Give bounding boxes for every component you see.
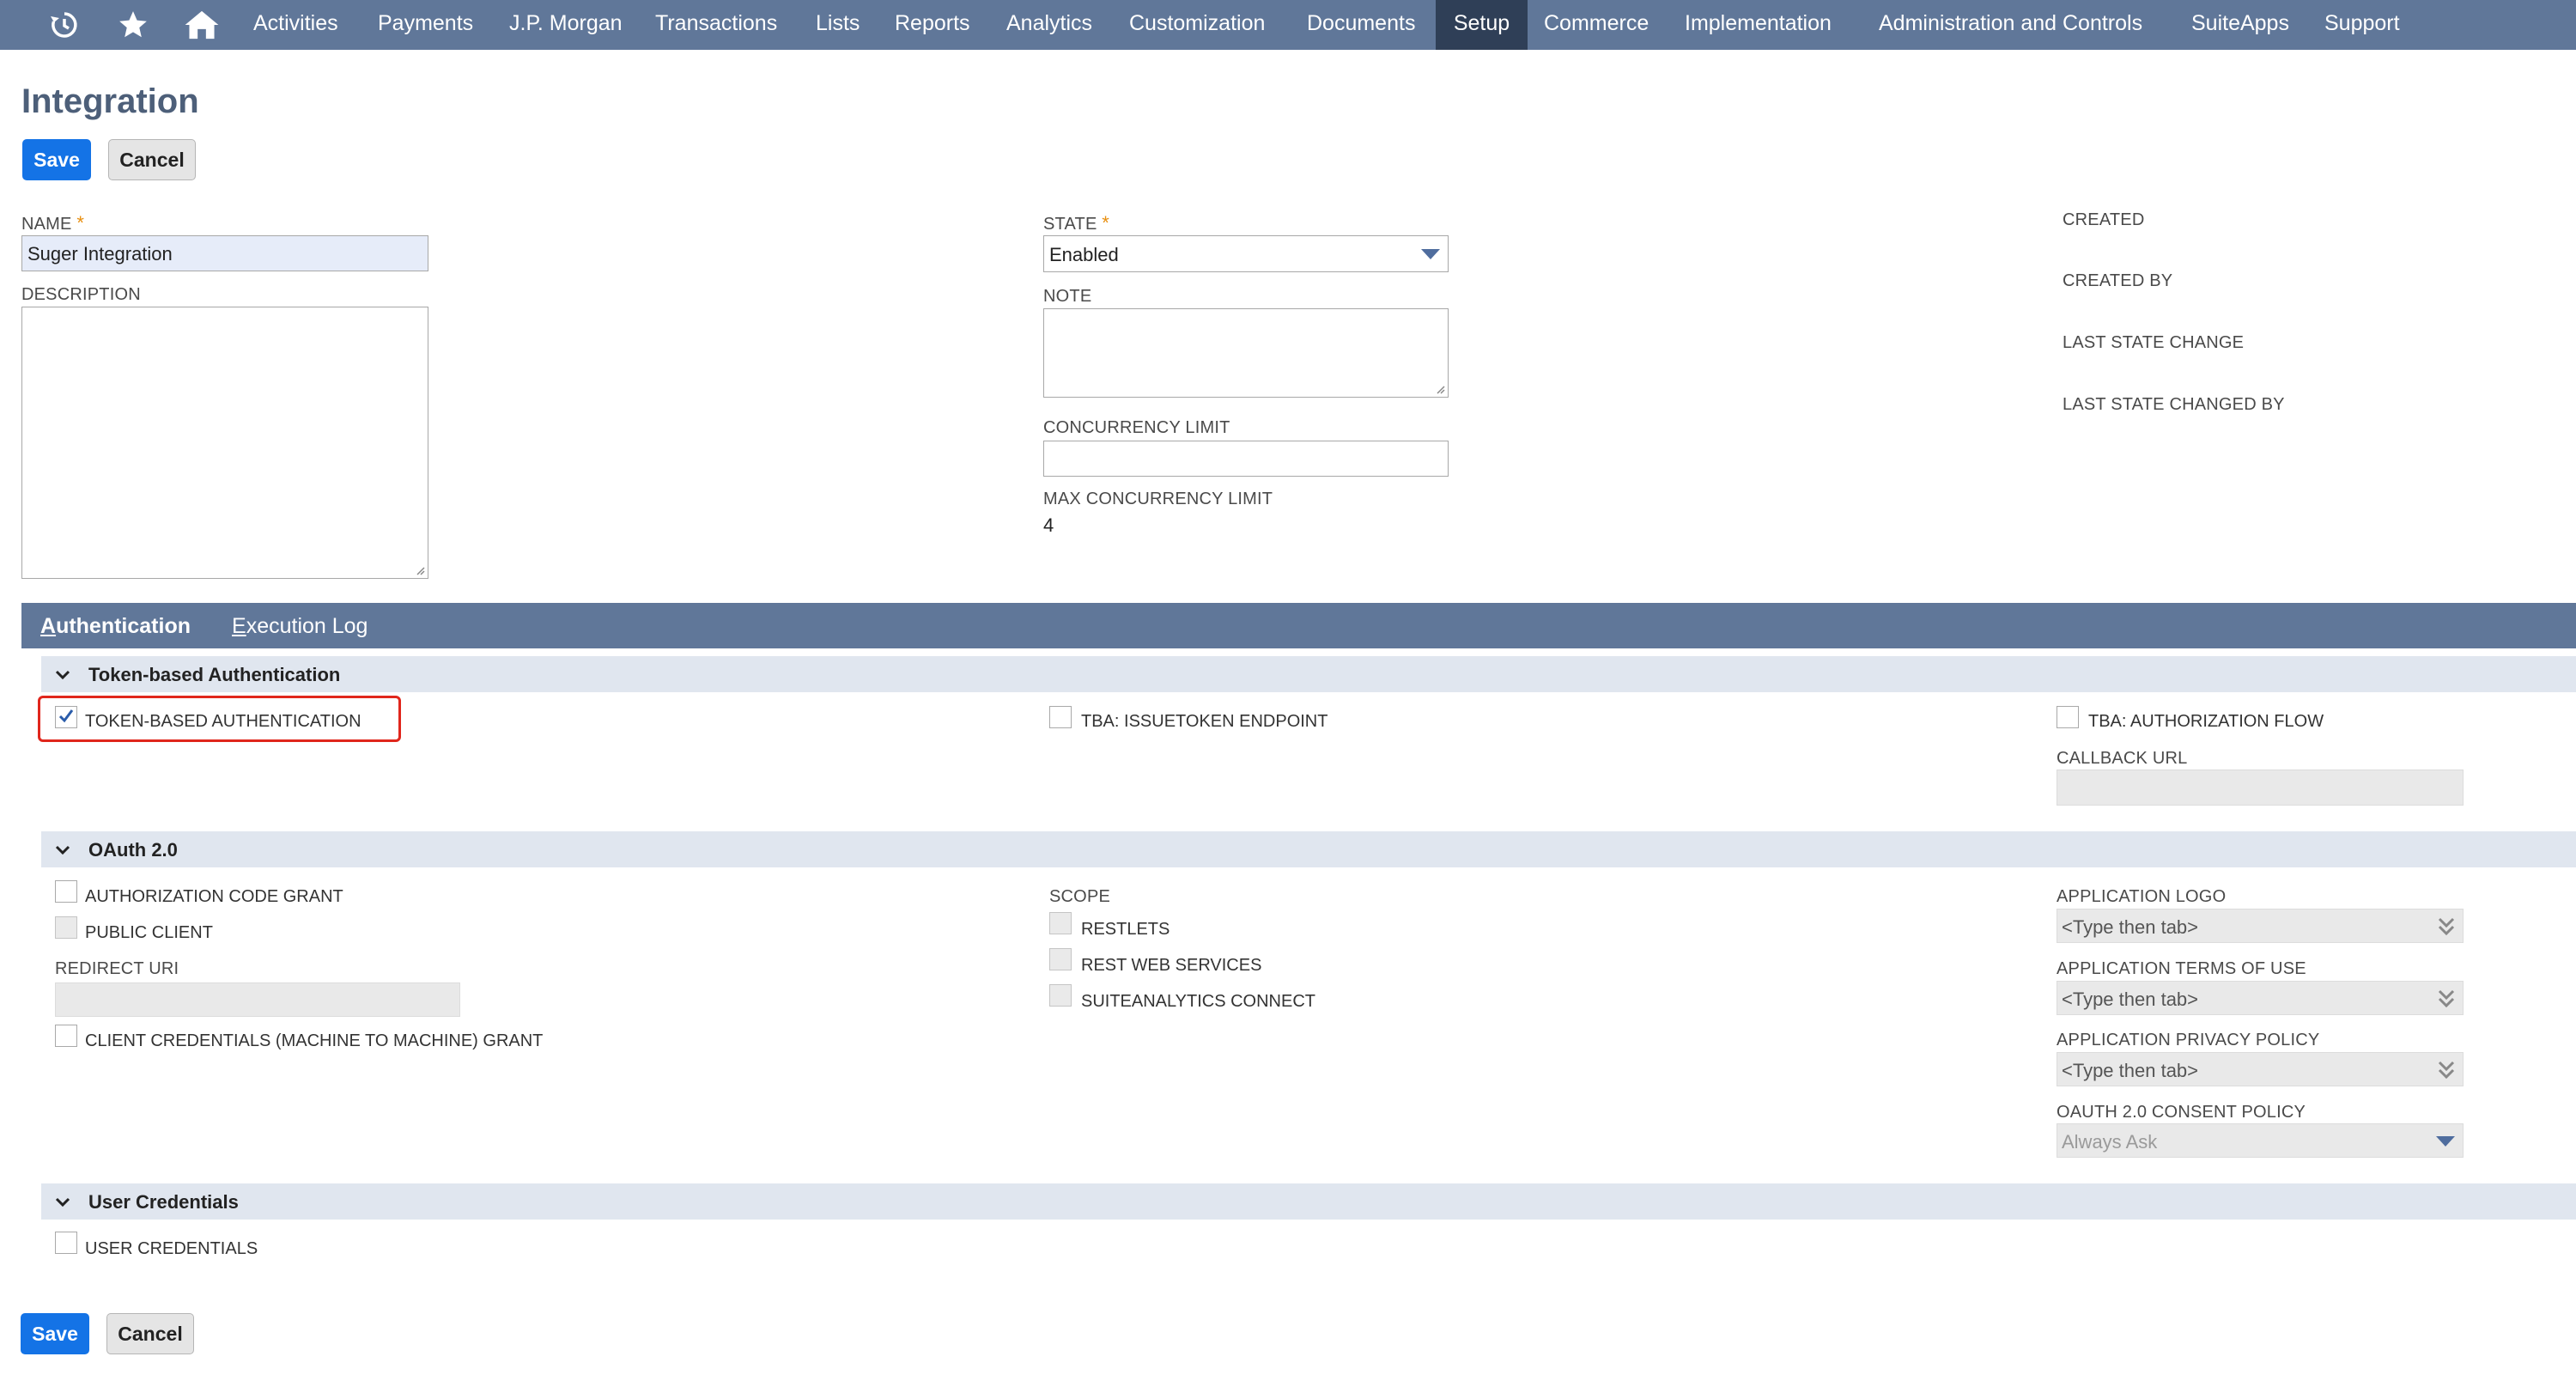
nav-transactions[interactable]: Transactions [655,0,777,50]
checkmark-icon [58,709,74,723]
nav-setup[interactable]: Setup [1436,0,1528,50]
token-based-auth-label: TOKEN-BASED AUTHENTICATION [85,712,361,731]
nav-support[interactable]: Support [2324,0,2400,50]
nav-customization[interactable]: Customization [1129,0,1265,50]
nav-lists[interactable]: Lists [816,0,860,50]
application-privacy-label: APPLICATION PRIVACY POLICY [2057,1031,2320,1049]
nav-activities[interactable]: Activities [253,0,338,50]
application-terms-placeholder: <Type then tab> [2062,989,2199,1010]
suiteanalytics-connect-label: SUITEANALYTICS CONNECT [1081,992,1315,1011]
authorization-flow-label: TBA: AUTHORIZATION FLOW [2088,712,2324,731]
last-state-change-label: LAST STATE CHANGE [2063,333,2245,352]
note-textarea[interactable] [1043,308,1449,398]
token-based-auth-checkbox[interactable] [55,706,77,728]
callback-url-field[interactable] [2057,770,2464,806]
name-field-value: Suger Integration [27,243,173,265]
nav-commerce[interactable]: Commerce [1544,0,1649,50]
double-chevron-down-icon[interactable] [2437,916,2456,937]
client-credentials-checkbox[interactable] [55,1025,77,1047]
oauth-section-header[interactable]: OAuth 2.0 [41,831,2576,867]
nav-jp-morgan[interactable]: J.P. Morgan [509,0,623,50]
authorization-flow-checkbox[interactable] [2057,706,2079,728]
application-logo-placeholder: <Type then tab> [2062,916,2199,938]
state-select[interactable]: Enabled [1043,235,1449,272]
note-label: NOTE [1043,287,1092,306]
scope-label: SCOPE [1049,887,1111,906]
star-icon[interactable] [113,0,153,50]
cancel-button[interactable]: Cancel [108,139,196,180]
concurrency-limit-field[interactable] [1043,441,1449,477]
dropdown-arrow-icon [2436,1136,2455,1147]
application-terms-field[interactable]: <Type then tab> [2057,981,2464,1015]
top-navigation-bar: Activities Payments J.P. Morgan Transact… [0,0,2576,50]
user-credentials-label: USER CREDENTIALS [85,1239,258,1258]
chevron-down-icon [55,845,70,855]
authorization-code-grant-checkbox[interactable] [55,880,77,903]
created-label: CREATED [2063,210,2145,229]
description-label: DESCRIPTION [21,285,141,304]
subtab-bar: Authentication Execution Log [21,603,2576,648]
nav-administration-and-controls[interactable]: Administration and Controls [1879,0,2142,50]
restlets-checkbox[interactable] [1049,912,1072,934]
page-title: Integration [21,82,199,120]
redirect-uri-field[interactable] [55,982,460,1017]
chevron-down-icon [55,1197,70,1208]
home-icon[interactable] [180,0,223,50]
restlets-label: RESTLETS [1081,920,1170,939]
double-chevron-down-icon[interactable] [2437,989,2456,1009]
state-select-value: Enabled [1049,244,1119,265]
tab-authentication[interactable]: Authentication [40,614,191,639]
save-button-bottom[interactable]: Save [21,1313,89,1354]
tab-execution-log[interactable]: Execution Log [232,614,368,639]
resize-grip-icon[interactable] [415,565,425,575]
tba-section-header[interactable]: Token-based Authentication [41,656,2576,692]
issuetoken-endpoint-label: TBA: ISSUETOKEN ENDPOINT [1081,712,1328,731]
nav-payments[interactable]: Payments [378,0,473,50]
tba-section-title: Token-based Authentication [88,664,341,685]
cancel-button-bottom[interactable]: Cancel [106,1313,194,1354]
oauth-section-title: OAuth 2.0 [88,839,178,861]
double-chevron-down-icon[interactable] [2437,1060,2456,1080]
consent-policy-select[interactable]: Always Ask [2057,1123,2464,1158]
authorization-code-grant-label: AUTHORIZATION CODE GRANT [85,887,343,906]
public-client-label: PUBLIC CLIENT [85,923,213,942]
nav-documents[interactable]: Documents [1307,0,1415,50]
nav-suiteapps[interactable]: SuiteApps [2191,0,2289,50]
nav-analytics[interactable]: Analytics [1006,0,1092,50]
consent-policy-value: Always Ask [2062,1131,2158,1153]
rest-web-services-label: REST WEB SERVICES [1081,956,1262,975]
dropdown-arrow-icon [1421,249,1440,259]
consent-policy-label: OAUTH 2.0 CONSENT POLICY [2057,1103,2306,1122]
public-client-checkbox[interactable] [55,916,77,939]
user-credentials-section-title: User Credentials [88,1191,239,1213]
callback-url-label: CALLBACK URL [2057,749,2188,768]
suiteanalytics-connect-checkbox[interactable] [1049,984,1072,1007]
last-state-changed-by-label: LAST STATE CHANGED BY [2063,395,2285,414]
created-by-label: CREATED BY [2063,271,2173,290]
name-label: NAME * [21,212,85,234]
issuetoken-endpoint-checkbox[interactable] [1049,706,1072,728]
recent-history-icon[interactable] [45,0,84,50]
redirect-uri-label: REDIRECT URI [55,959,179,978]
client-credentials-label: CLIENT CREDENTIALS (MACHINE TO MACHINE) … [85,1031,544,1050]
application-privacy-field[interactable]: <Type then tab> [2057,1052,2464,1086]
user-credentials-section-header[interactable]: User Credentials [41,1183,2576,1220]
description-textarea[interactable] [21,307,428,579]
max-concurrency-limit-value: 4 [1043,514,1054,536]
save-button[interactable]: Save [22,139,91,180]
rest-web-services-checkbox[interactable] [1049,948,1072,970]
nav-reports[interactable]: Reports [895,0,970,50]
resize-grip-icon[interactable] [1435,384,1445,394]
application-logo-field[interactable]: <Type then tab> [2057,909,2464,943]
name-field[interactable]: Suger Integration [21,235,428,271]
user-credentials-checkbox[interactable] [55,1232,77,1254]
concurrency-limit-label: CONCURRENCY LIMIT [1043,418,1230,437]
nav-implementation[interactable]: Implementation [1685,0,1832,50]
chevron-down-icon [55,670,70,680]
application-logo-label: APPLICATION LOGO [2057,887,2227,906]
application-terms-label: APPLICATION TERMS OF USE [2057,959,2306,978]
max-concurrency-limit-label: MAX CONCURRENCY LIMIT [1043,490,1273,508]
state-label: STATE * [1043,212,1110,234]
application-privacy-placeholder: <Type then tab> [2062,1060,2199,1081]
